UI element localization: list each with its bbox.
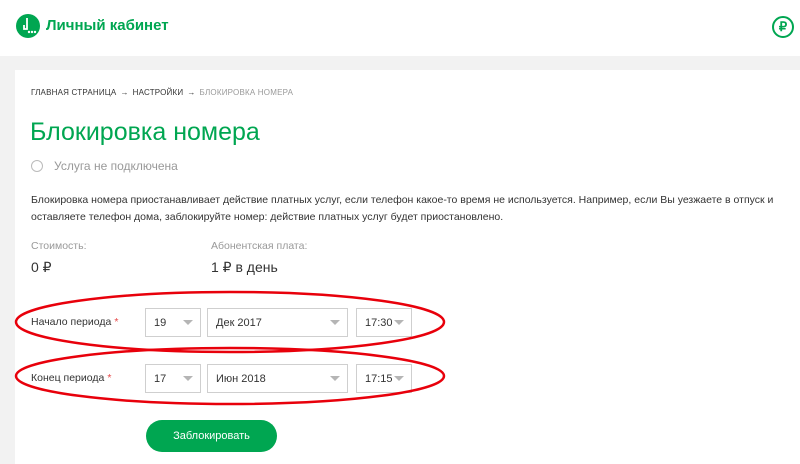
- end-day-value: 17: [154, 372, 167, 385]
- required-mark: *: [107, 372, 112, 384]
- service-status: Услуга не подключена: [31, 158, 178, 174]
- start-day-select[interactable]: 19: [145, 308, 201, 337]
- start-period-label: Начало периода *: [31, 316, 118, 328]
- brand-title[interactable]: Личный кабинет: [46, 17, 169, 34]
- status-radio-icon: [31, 160, 43, 172]
- chevron-down-icon: [330, 320, 340, 325]
- top-bar: Личный кабинет ₽: [0, 0, 800, 56]
- end-day-select[interactable]: 17: [145, 364, 201, 393]
- megafon-logo-icon[interactable]: [16, 14, 40, 38]
- end-month-value: Июн 2018: [216, 372, 266, 385]
- chevron-down-icon: [394, 376, 404, 381]
- start-time-value: 17:30: [365, 316, 393, 329]
- end-time-value: 17:15: [365, 372, 393, 385]
- breadcrumb-arrow: →: [187, 88, 196, 97]
- start-month-value: Дек 2017: [216, 316, 262, 329]
- start-period-text: Начало периода: [31, 316, 112, 328]
- service-description: Блокировка номера приостанавливает дейст…: [31, 194, 774, 223]
- page-title: Блокировка номера: [30, 118, 260, 146]
- end-period-label: Конец периода *: [31, 372, 111, 384]
- cost-value: 0 ₽: [31, 259, 52, 275]
- breadcrumb-settings[interactable]: НАСТРОЙКИ: [133, 88, 184, 97]
- breadcrumb-current: БЛОКИРОВКА НОМЕРА: [199, 88, 294, 97]
- fee-value: 1 ₽ в день: [211, 259, 278, 275]
- ruble-icon[interactable]: ₽: [772, 16, 794, 38]
- chevron-down-icon: [183, 376, 193, 381]
- end-time-select[interactable]: 17:15: [356, 364, 412, 393]
- start-day-value: 19: [154, 316, 167, 329]
- start-month-select[interactable]: Дек 2017: [207, 308, 348, 337]
- end-month-select[interactable]: Июн 2018: [207, 364, 348, 393]
- chevron-down-icon: [394, 320, 404, 325]
- chevron-down-icon: [330, 376, 340, 381]
- breadcrumb: ГЛАВНАЯ СТРАНИЦА → НАСТРОЙКИ → БЛОКИРОВКА НО…: [31, 88, 293, 97]
- chevron-down-icon: [183, 320, 193, 325]
- start-time-select[interactable]: 17:30: [356, 308, 412, 337]
- block-number-button[interactable]: Заблокировать: [146, 420, 277, 452]
- breadcrumb-arrow: →: [120, 88, 129, 97]
- cost-label: Стоимость:: [31, 240, 87, 252]
- status-text: Услуга не подключена: [54, 159, 178, 173]
- required-mark: *: [114, 316, 119, 328]
- breadcrumb-home[interactable]: ГЛАВНАЯ СТРАНИЦА: [31, 88, 116, 97]
- end-period-text: Конец периода: [31, 372, 105, 384]
- fee-label: Абонентская плата:: [211, 240, 308, 252]
